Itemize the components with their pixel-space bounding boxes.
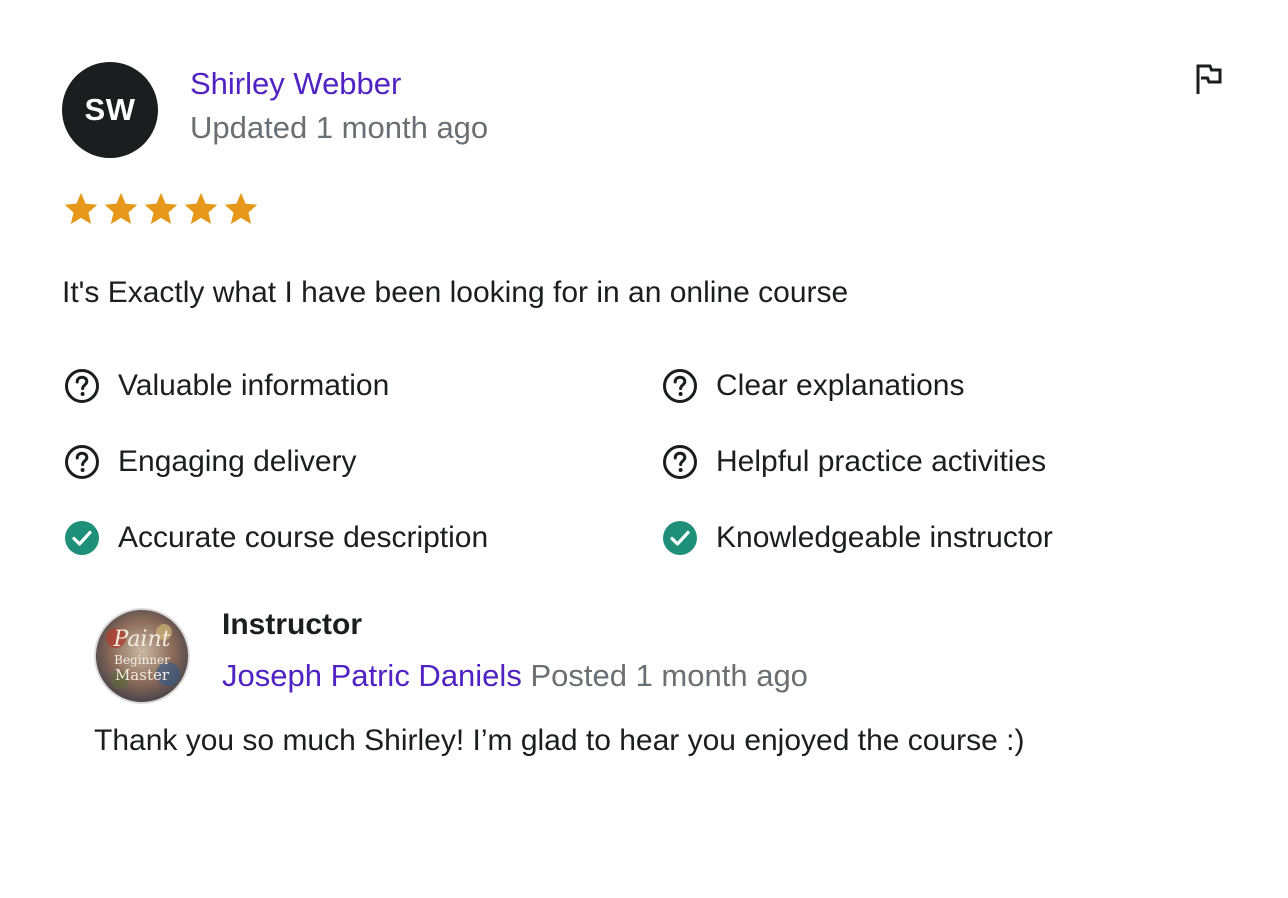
feedback-item: Valuable information bbox=[62, 362, 660, 410]
feedback-label: Accurate course description bbox=[118, 521, 489, 554]
feedback-item: Knowledgeable instructor bbox=[660, 514, 1212, 562]
report-flag-button[interactable] bbox=[1192, 62, 1226, 96]
instructor-name-link[interactable]: Joseph Patric Daniels bbox=[222, 658, 522, 693]
question-circle-icon bbox=[65, 369, 99, 403]
feedback-label: Valuable information bbox=[118, 369, 390, 402]
feedback-label: Clear explanations bbox=[716, 369, 965, 402]
review-body: It's Exactly what I have been looking fo… bbox=[62, 276, 849, 309]
feedback-label: Knowledgeable instructor bbox=[716, 521, 1053, 554]
feedback-item: Clear explanations bbox=[660, 362, 1212, 410]
star-icon bbox=[64, 192, 98, 225]
star-icon bbox=[224, 192, 258, 225]
feedback-grid: Valuable information Clear explanations En… bbox=[62, 362, 1212, 562]
reviewer-initials: SW bbox=[84, 92, 136, 127]
question-circle-icon bbox=[663, 445, 697, 479]
reviewer-name-link[interactable]: Shirley Webber bbox=[190, 66, 401, 102]
reviewer-avatar: SW bbox=[62, 62, 158, 158]
check-circle-icon bbox=[663, 521, 697, 555]
feedback-label: Helpful practice activities bbox=[716, 445, 1047, 478]
star-icon bbox=[144, 192, 178, 225]
star-rating bbox=[62, 190, 260, 228]
instructor-posted-time: Posted 1 month ago bbox=[530, 658, 808, 693]
star-icon bbox=[184, 192, 218, 225]
instructor-role-label: Instructor bbox=[222, 608, 363, 641]
instructor-reply-body: Thank you so much Shirley! I’m glad to h… bbox=[94, 724, 1025, 757]
instructor-avatar: Paint Beginner Master bbox=[94, 608, 190, 704]
feedback-item: Engaging delivery bbox=[62, 438, 660, 486]
instructor-byline: Joseph Patric Daniels Posted 1 month ago bbox=[222, 658, 808, 694]
feedback-label: Engaging delivery bbox=[118, 445, 357, 478]
svg-text:Paint: Paint bbox=[113, 627, 171, 652]
flag-icon bbox=[1196, 64, 1222, 94]
svg-text:Beginner: Beginner bbox=[114, 653, 170, 667]
svg-text:Master: Master bbox=[115, 666, 170, 684]
feedback-item: Helpful practice activities bbox=[660, 438, 1212, 486]
star-icon bbox=[104, 192, 138, 225]
feedback-item: Accurate course description bbox=[62, 514, 660, 562]
question-circle-icon bbox=[663, 369, 697, 403]
question-circle-icon bbox=[65, 445, 99, 479]
check-circle-icon bbox=[65, 521, 99, 555]
review-updated-time: Updated 1 month ago bbox=[190, 110, 489, 145]
